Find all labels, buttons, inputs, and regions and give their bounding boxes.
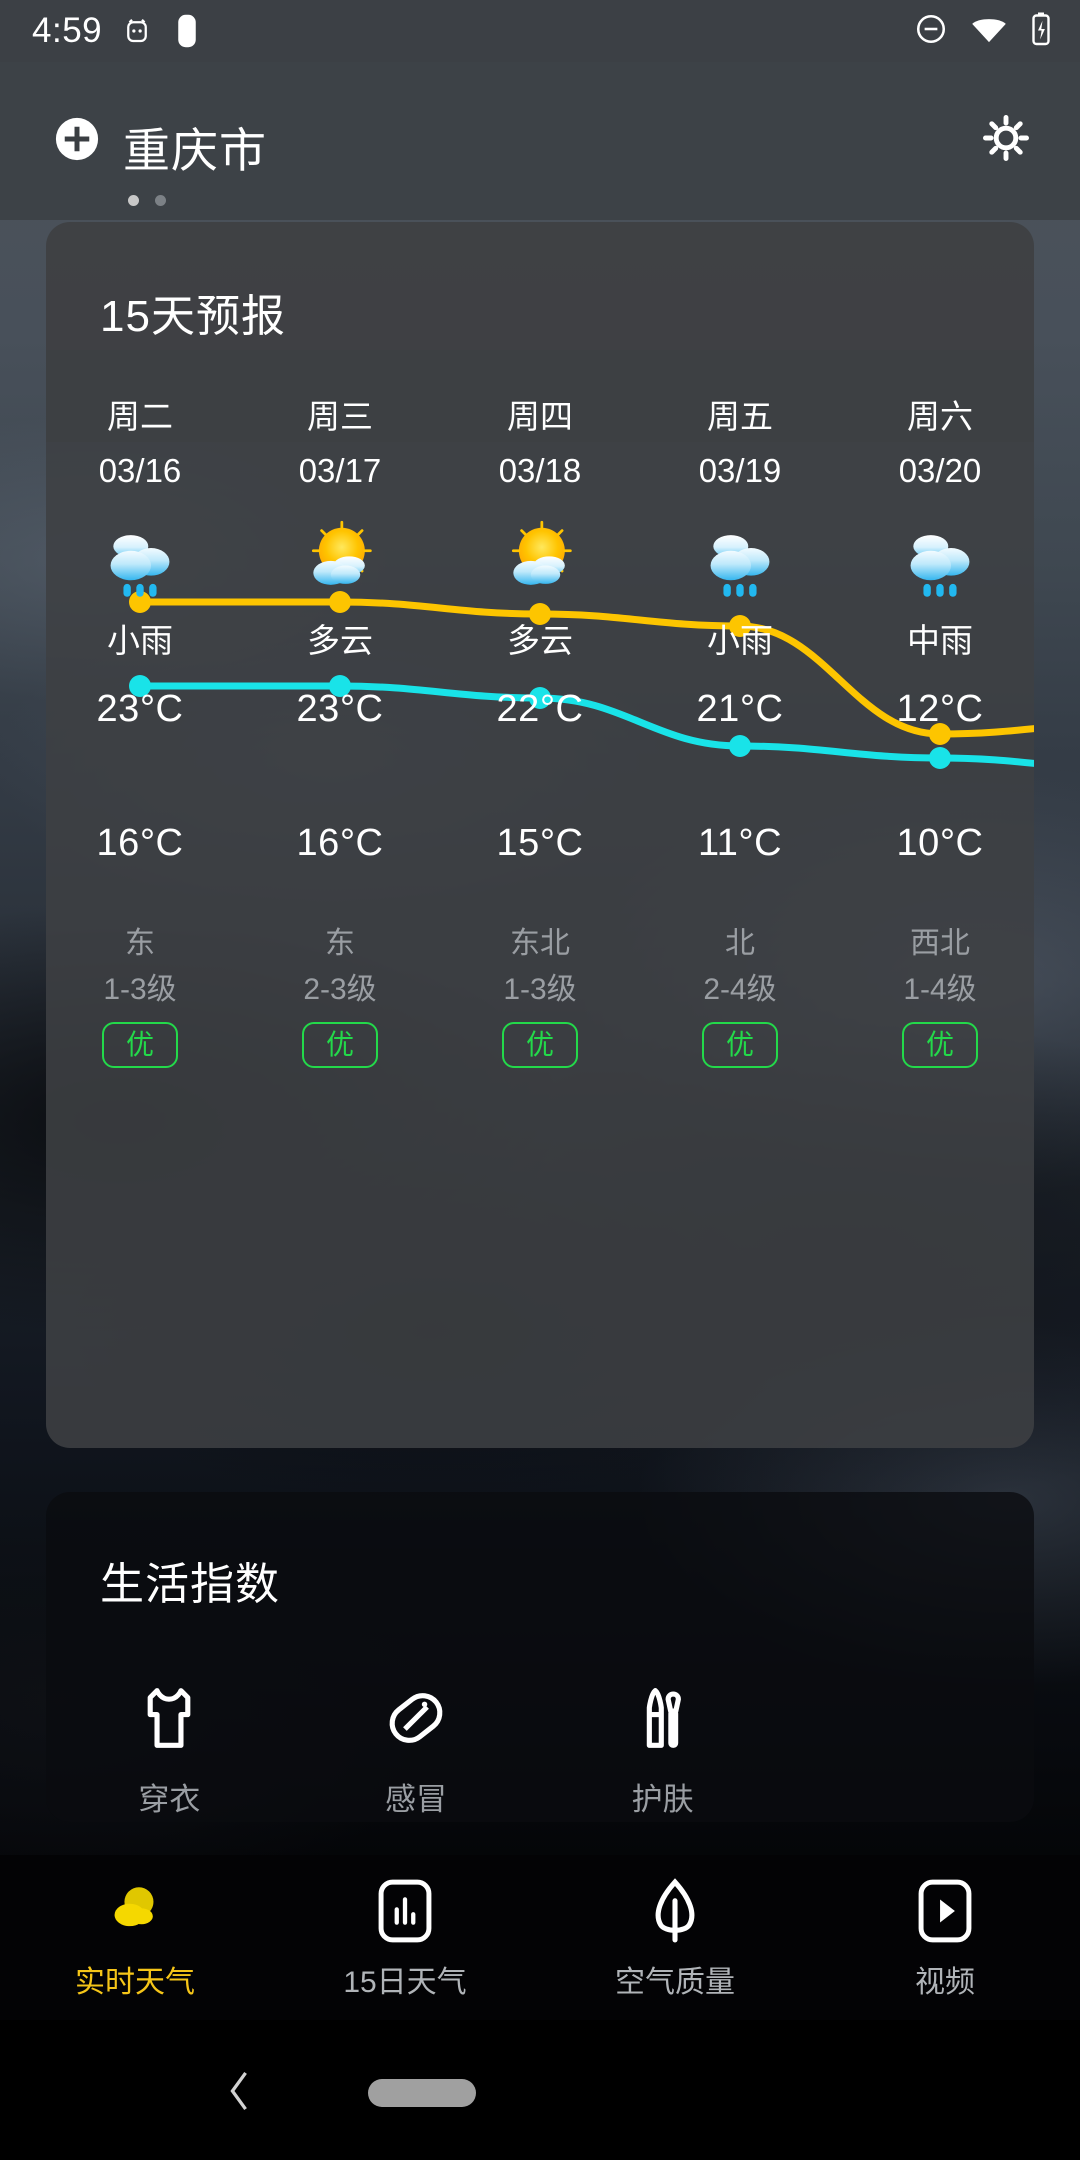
forecast-condition: 中雨 — [907, 622, 973, 659]
rain-light-icon — [660, 512, 820, 608]
page-indicator — [128, 195, 166, 206]
forecast-condition: 多云 — [507, 622, 573, 659]
aqi-value: 优 — [101, 1022, 178, 1069]
forecast-wind-level: 1-3级 — [503, 973, 577, 1006]
life-index-title: 生活指数 — [100, 1560, 280, 1609]
forecast-high-temp: 21°C — [696, 688, 784, 730]
home-pill-icon[interactable] — [368, 2079, 476, 2107]
sun-cloud-icon — [102, 1875, 168, 1947]
forecast-day-column[interactable]: 周四 03/18 多云 22°C 15°C 东北 1-3级 优 — [460, 390, 620, 1069]
forecast-wind-direction: 东北 — [510, 927, 570, 960]
forecast-wind-level: 1-3级 — [103, 973, 177, 1006]
forecast-weekday: 周五 — [707, 398, 773, 435]
skincare-icon — [539, 1672, 786, 1764]
dnd-icon — [914, 12, 948, 51]
tab-sun-cloud[interactable]: 实时天气 — [0, 1855, 270, 2020]
android-nav-bar — [0, 2020, 1080, 2160]
city-name[interactable]: 重庆市 — [123, 112, 267, 181]
forecast-weekday: 周四 — [507, 398, 573, 435]
life-index-label: 护肤 — [631, 1782, 694, 1817]
sun-cloud-icon — [460, 512, 620, 608]
video-play-icon — [916, 1875, 974, 1947]
forecast-weekday: 周二 — [107, 398, 173, 435]
forecast-condition: 多云 — [307, 622, 373, 659]
forecast-low-temp: 15°C — [496, 822, 584, 864]
forecast-date: 03/19 — [698, 452, 782, 489]
back-chevron-icon[interactable] — [222, 2068, 256, 2119]
tab-video-play[interactable]: 视频 — [810, 1855, 1080, 2020]
rain-light-icon — [60, 512, 220, 608]
page-dot-2[interactable] — [155, 195, 166, 206]
forecast-aqi-badge: 优 — [860, 1022, 1020, 1069]
forecast-wind-direction: 东 — [125, 927, 155, 960]
bottom-tab-bar: 实时天气 15日天气 空气质量 视频 — [0, 1855, 1080, 2020]
bar-chart-icon — [376, 1875, 434, 1947]
life-index-label: 穿衣 — [138, 1782, 201, 1817]
forecast-day-scroller[interactable]: 周二 03/16 小雨 23°C 16°C 东 1-3级 优 周三 03/17 … — [46, 390, 1034, 1450]
status-bar: 4:59 — [0, 0, 1080, 62]
forecast-day-column[interactable]: 周五 03/19 小雨 21°C 11°C 北 2-4级 优 — [660, 390, 820, 1069]
forecast-low-temp: 16°C — [296, 822, 384, 864]
sun-cloud-icon — [260, 512, 420, 608]
forecast-aqi-badge: 优 — [260, 1022, 420, 1069]
forecast-high-temp: 22°C — [496, 688, 584, 730]
forecast-day-column[interactable]: 周六 03/20 中雨 12°C 10°C 西北 1-4级 优 — [860, 390, 1020, 1069]
tab-label: 视频 — [915, 1965, 975, 1999]
tab-leaf[interactable]: 空气质量 — [540, 1855, 810, 2020]
forecast-date: 03/20 — [898, 452, 982, 489]
forecast-day-column[interactable]: 周三 03/17 多云 23°C 16°C 东 2-3级 优 — [260, 390, 420, 1069]
forecast-low-temp: 10°C — [896, 822, 984, 864]
forecast-high-temp: 12°C — [896, 688, 984, 730]
forecast-wind-direction: 东 — [325, 927, 355, 960]
forecast-date: 03/17 — [298, 452, 382, 489]
forecast-card-title: 15天预报 — [100, 292, 286, 341]
life-index-items: 穿衣 感冒 护肤 — [46, 1672, 786, 1832]
forecast-wind-level: 1-4级 — [903, 973, 977, 1006]
life-index-item[interactable]: 感冒 — [293, 1672, 540, 1832]
wifi-icon — [970, 14, 1008, 49]
forecast-wind-direction: 北 — [725, 927, 755, 960]
capsule-icon — [293, 1672, 540, 1764]
tab-label: 实时天气 — [75, 1965, 195, 1999]
aqi-value: 优 — [501, 1022, 578, 1069]
rain-medium-icon — [860, 512, 1020, 608]
forecast-low-temp: 16°C — [96, 822, 184, 864]
forecast-weekday: 周六 — [907, 398, 973, 435]
forecast-condition: 小雨 — [707, 622, 773, 659]
aqi-value: 优 — [901, 1022, 978, 1069]
forecast-day-column[interactable]: 周二 03/16 小雨 23°C 16°C 东 1-3级 优 — [60, 390, 220, 1069]
forecast-aqi-badge: 优 — [660, 1022, 820, 1069]
tab-label: 15日天气 — [343, 1965, 467, 1999]
app-notification-icon — [172, 12, 202, 50]
life-index-label: 感冒 — [385, 1782, 447, 1817]
aqi-value: 优 — [301, 1022, 378, 1069]
life-index-item[interactable]: 穿衣 — [46, 1672, 293, 1832]
forecast-date: 03/16 — [98, 452, 182, 489]
add-city-button[interactable] — [54, 116, 100, 162]
tab-bar-chart[interactable]: 15日天气 — [270, 1855, 540, 2020]
forecast-wind-direction: 西北 — [910, 927, 970, 960]
forecast-high-temp: 23°C — [96, 688, 184, 730]
forecast-aqi-badge: 优 — [60, 1022, 220, 1069]
gear-icon[interactable] — [978, 110, 1034, 166]
app-header: 重庆市 — [0, 62, 1080, 220]
aqi-value: 优 — [701, 1022, 778, 1069]
tshirt-icon — [46, 1672, 293, 1764]
forecast-aqi-badge: 优 — [460, 1022, 620, 1069]
forecast-wind-level: 2-4级 — [703, 973, 777, 1006]
forecast-condition: 小雨 — [107, 622, 173, 659]
status-bar-clock: 4:59 — [32, 11, 103, 50]
forecast-date: 03/18 — [498, 452, 582, 489]
page-dot-1[interactable] — [128, 195, 139, 206]
forecast-high-temp: 23°C — [296, 688, 384, 730]
life-index-item[interactable]: 护肤 — [539, 1672, 786, 1832]
forecast-weekday: 周三 — [307, 398, 373, 435]
forecast-low-temp: 11°C — [697, 822, 783, 864]
forecast-wind-level: 2-3级 — [303, 973, 377, 1006]
alarm-icon — [122, 16, 152, 46]
leaf-icon — [645, 1875, 705, 1947]
battery-charging-icon — [1030, 11, 1052, 52]
tab-label: 空气质量 — [615, 1965, 735, 1999]
